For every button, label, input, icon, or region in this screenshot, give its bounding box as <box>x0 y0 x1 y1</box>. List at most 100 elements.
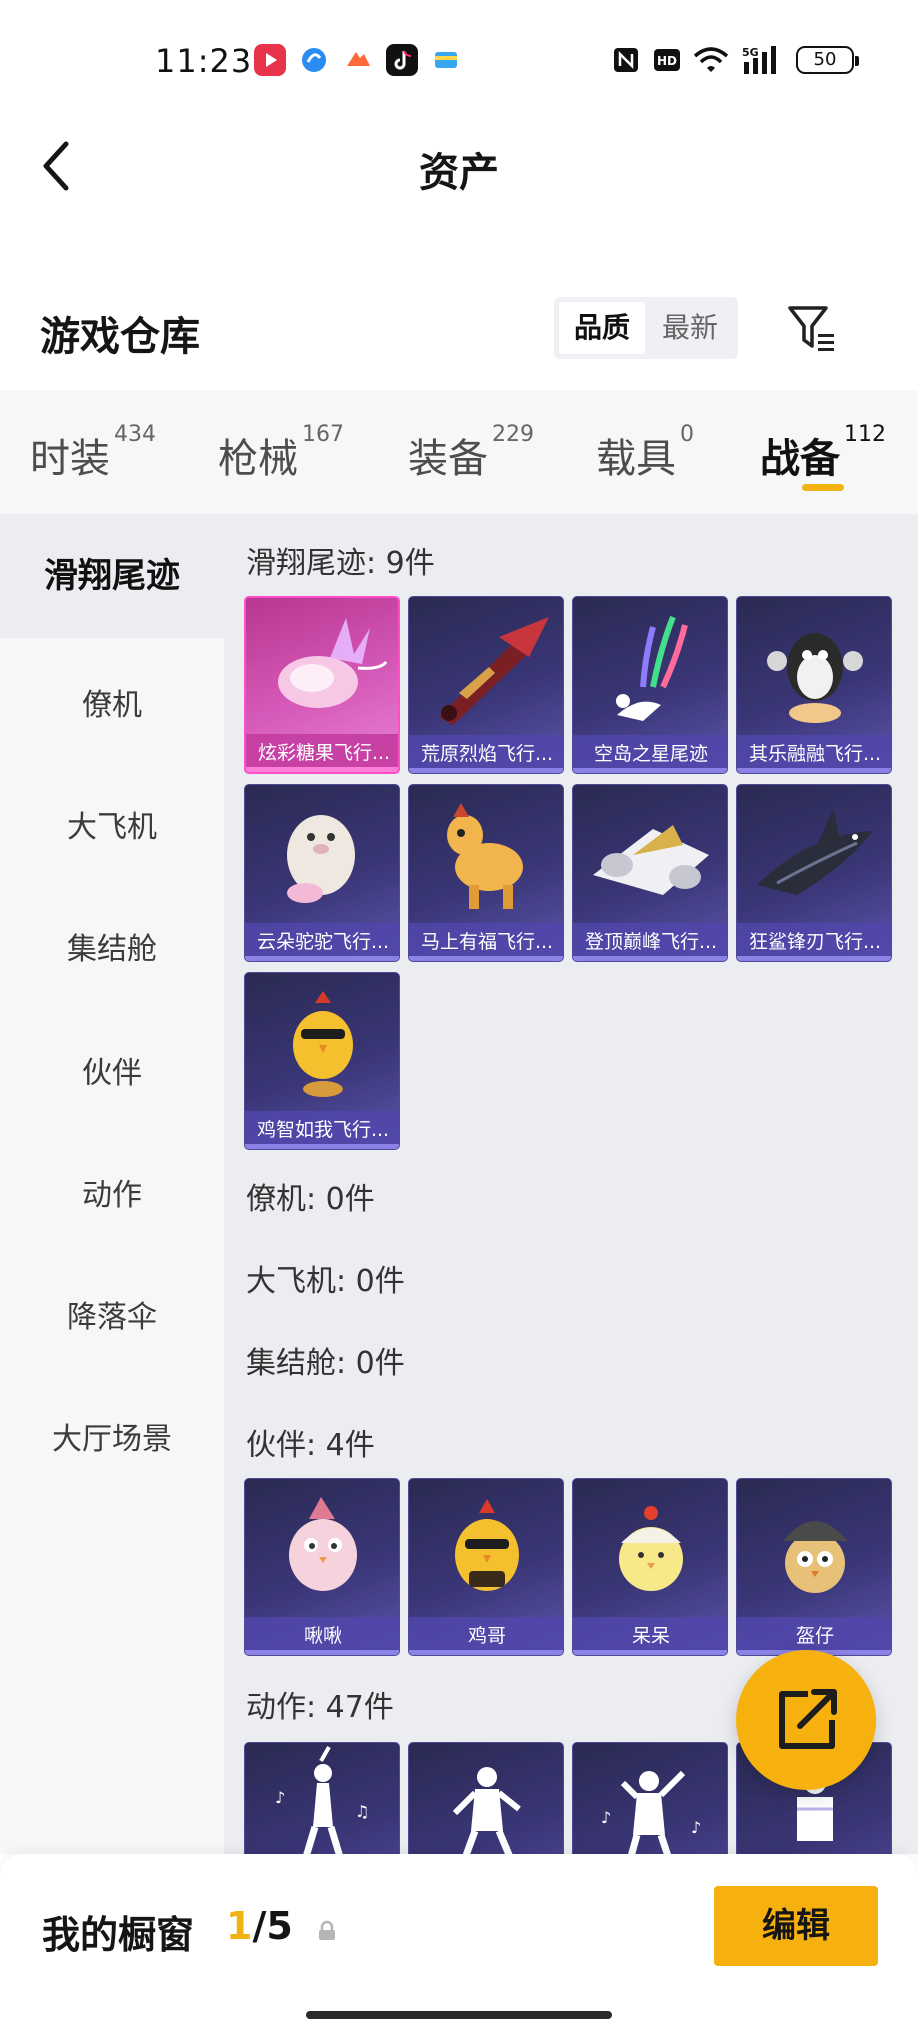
share-button[interactable] <box>736 1650 876 1790</box>
svg-text:♫: ♫ <box>355 1802 369 1821</box>
item-card[interactable]: 鸡智如我飞行... <box>244 972 400 1150</box>
tab-label: 时装 <box>30 436 110 482</box>
battery-indicator: 50 <box>796 46 859 74</box>
sidebar: 滑翔尾迹 僚机 大飞机 集结舱 伙伴 动作 降落伞 大厅场景 <box>0 514 224 1854</box>
tab-count: 167 <box>302 422 344 447</box>
status-time: 11:23 <box>155 42 253 80</box>
item-card[interactable]: 云朵驼驼飞行... <box>244 784 400 962</box>
tab-label: 枪械 <box>218 436 298 482</box>
rarity-bar <box>409 768 563 773</box>
tab-fashion[interactable]: 时装434 <box>30 422 156 484</box>
tab-label: 装备 <box>408 436 488 482</box>
item-card[interactable]: 狂鲨锋刃飞行... <box>736 784 892 962</box>
filter-icon[interactable] <box>786 302 838 354</box>
tab-count: 229 <box>492 422 534 447</box>
dance-emote-icon <box>452 1767 521 1854</box>
emote-card[interactable]: ♪ ♪ <box>572 1742 728 1854</box>
wifi-icon <box>693 47 729 72</box>
tab-label: 战备 <box>760 436 840 482</box>
rarity-bar <box>573 768 727 773</box>
penguin-trail-icon <box>767 633 863 723</box>
svg-text:5G: 5G <box>742 46 759 59</box>
svg-text:♪: ♪ <box>275 1788 285 1807</box>
sidebar-item-emote[interactable]: 动作 <box>0 1170 224 1214</box>
item-card[interactable]: 登顶巅峰飞行... <box>572 784 728 962</box>
rarity-bar <box>737 956 891 961</box>
page-header: 资产 <box>0 120 918 210</box>
hd-icon: HD <box>654 49 680 71</box>
item-card[interactable]: 炫彩糖果飞行... <box>244 596 400 774</box>
section-header-glide: 滑翔尾迹: 9件 <box>246 546 435 581</box>
sidebar-item-partner[interactable]: 伙伴 <box>0 1048 224 1092</box>
browser-app-icon <box>298 44 330 76</box>
rarity-bar <box>245 1650 399 1655</box>
daidai-partner-icon <box>619 1506 683 1591</box>
tab-count: 434 <box>114 422 156 447</box>
tab-count: 0 <box>680 422 694 447</box>
item-card[interactable]: 马上有福飞行... <box>408 784 564 962</box>
item-card[interactable]: 荒原烈焰飞行... <box>408 596 564 774</box>
flame-trail-icon <box>439 617 549 725</box>
page-title: 资产 <box>419 150 499 196</box>
rarity-bar <box>573 956 727 961</box>
item-card[interactable]: 盔仔 <box>736 1478 892 1656</box>
rarity-bar <box>245 1144 399 1149</box>
chicken-trail-icon <box>293 991 353 1097</box>
rarity-bar <box>246 767 398 772</box>
lock-icon <box>319 1920 335 1940</box>
item-card[interactable]: 鸡哥 <box>408 1478 564 1656</box>
horse-trail-icon <box>447 803 523 909</box>
tab-equipment[interactable]: 装备229 <box>408 422 534 484</box>
section-header-wingman: 僚机: 0件 <box>246 1182 375 1217</box>
showcase-count: 1/5 <box>226 1904 293 1948</box>
item-card[interactable]: 其乐融融飞行... <box>736 596 892 774</box>
warehouse-title: 游戏仓库 <box>40 314 200 360</box>
svg-text:♪: ♪ <box>601 1808 611 1827</box>
sidebar-item-parachute[interactable]: 降落伞 <box>0 1292 224 1336</box>
sidebar-item-glide-trail[interactable]: 滑翔尾迹 <box>0 514 224 638</box>
share-icon <box>779 1689 837 1749</box>
sidebar-item-lobby-scene[interactable]: 大厅场景 <box>0 1414 224 1458</box>
dance-emote-icon: ♪♪ <box>601 1770 701 1854</box>
sort-newest-option[interactable]: 最新 <box>647 302 733 354</box>
alpaca-trail-icon <box>287 815 355 903</box>
star-trail-icon <box>616 615 688 721</box>
svg-text:HD: HD <box>657 54 677 68</box>
emote-card[interactable]: ♪ ♫ <box>244 1742 400 1854</box>
status-bar: 11:23 HD 5G 50 <box>0 0 918 120</box>
rarity-bar <box>245 956 399 961</box>
video-app-icon <box>254 44 286 76</box>
home-indicator[interactable] <box>306 2011 612 2019</box>
sidebar-item-big-plane[interactable]: 大飞机 <box>0 802 224 846</box>
nfc-icon <box>614 48 638 72</box>
shark-trail-icon <box>757 809 873 895</box>
item-card[interactable]: 空岛之星尾迹 <box>572 596 728 774</box>
item-card[interactable]: 呆呆 <box>572 1478 728 1656</box>
section-header-big-plane: 大飞机: 0件 <box>246 1264 405 1299</box>
tab-battle-prep[interactable]: 战备112 <box>760 422 886 484</box>
rarity-bar <box>737 768 891 773</box>
tab-firearms[interactable]: 枪械167 <box>218 422 344 484</box>
edit-button[interactable]: 编辑 <box>714 1886 878 1966</box>
sort-quality-option[interactable]: 品质 <box>559 302 645 354</box>
sidebar-item-wingman[interactable]: 僚机 <box>0 680 224 724</box>
showcase-count-current: 1 <box>226 1904 253 1948</box>
sidebar-item-assembly-pod[interactable]: 集结舱 <box>0 924 224 968</box>
candy-trail-icon <box>278 618 388 708</box>
rarity-bar <box>409 1650 563 1655</box>
tab-vehicles[interactable]: 载具0 <box>596 422 694 484</box>
tab-label: 载具 <box>596 436 676 482</box>
section-header-emote: 动作: 47件 <box>246 1690 394 1725</box>
showcase-count-total: /5 <box>252 1904 293 1948</box>
item-card[interactable]: 啾啾 <box>244 1478 400 1656</box>
jet-trail-icon <box>593 825 709 895</box>
kuizai-partner-icon <box>783 1521 847 1593</box>
showcase-title: 我的橱窗 <box>42 1913 195 1957</box>
tiktok-app-icon <box>386 44 418 76</box>
wallet-app-icon <box>430 44 462 76</box>
rarity-bar <box>573 1650 727 1655</box>
jige-partner-icon <box>455 1499 519 1591</box>
emote-card[interactable] <box>408 1742 564 1854</box>
section-header-partner: 伙伴: 4件 <box>246 1428 375 1463</box>
tab-count: 112 <box>844 422 886 447</box>
